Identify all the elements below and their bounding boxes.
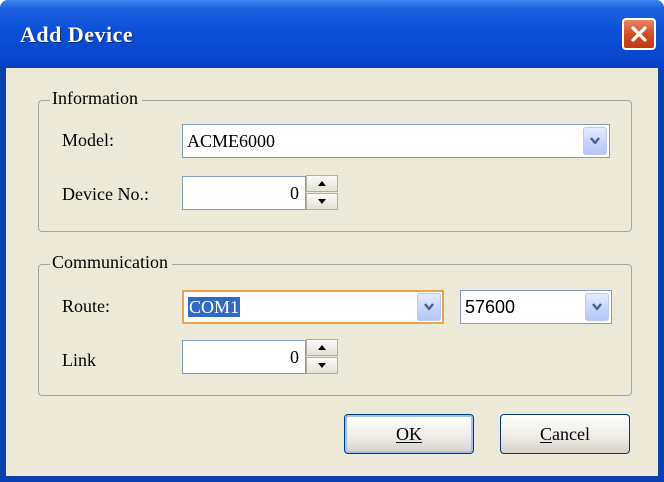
- model-dropdown-button[interactable]: [583, 127, 607, 155]
- spin-up-icon: [318, 181, 326, 186]
- model-select[interactable]: ACME6000: [182, 124, 610, 158]
- dialog-body: Information Model: ACME6000 Device No.: …: [6, 68, 658, 476]
- close-icon: [631, 26, 647, 42]
- route-dropdown-button[interactable]: [417, 293, 441, 321]
- close-button[interactable]: [622, 18, 656, 50]
- ok-button[interactable]: OK: [344, 414, 474, 454]
- information-legend: Information: [50, 88, 142, 109]
- device-no-input[interactable]: 0: [182, 176, 306, 210]
- model-value: ACME6000: [187, 131, 276, 151]
- link-value: 0: [290, 347, 299, 367]
- baud-rate-value: 57600: [465, 297, 516, 317]
- information-group: [38, 100, 632, 232]
- route-label: Route:: [62, 296, 110, 316]
- spin-down-icon: [318, 363, 326, 368]
- device-no-value: 0: [290, 183, 299, 203]
- model-label: Model:: [62, 130, 114, 150]
- link-label: Link: [62, 350, 96, 370]
- device-no-label: Device No.:: [62, 184, 149, 204]
- route-select[interactable]: COM1: [182, 290, 444, 324]
- link-up-button[interactable]: [306, 339, 338, 356]
- spin-down-icon: [318, 199, 326, 204]
- cancel-button[interactable]: Cancel: [500, 414, 630, 454]
- device-no-up-button[interactable]: [306, 175, 338, 192]
- title-bar[interactable]: Add Device: [0, 0, 664, 68]
- link-down-button[interactable]: [306, 357, 338, 374]
- device-no-spinner: [306, 175, 338, 211]
- ok-button-label: OK: [396, 424, 422, 444]
- spin-up-icon: [318, 345, 326, 350]
- add-device-dialog: Add Device Information Model: ACME6000 D…: [0, 0, 664, 482]
- link-input[interactable]: 0: [182, 340, 306, 374]
- cancel-button-label: Cancel: [540, 424, 590, 444]
- chevron-down-icon: [592, 303, 602, 311]
- device-no-down-button[interactable]: [306, 193, 338, 210]
- baud-rate-dropdown-button[interactable]: [585, 293, 609, 321]
- baud-rate-select[interactable]: 57600: [460, 290, 612, 324]
- route-value: COM1: [188, 297, 241, 317]
- chevron-down-icon: [590, 137, 600, 145]
- communication-group: [38, 264, 632, 396]
- communication-legend: Communication: [50, 252, 172, 273]
- link-spinner: [306, 339, 338, 375]
- chevron-down-icon: [424, 303, 434, 311]
- window-title: Add Device: [20, 22, 134, 47]
